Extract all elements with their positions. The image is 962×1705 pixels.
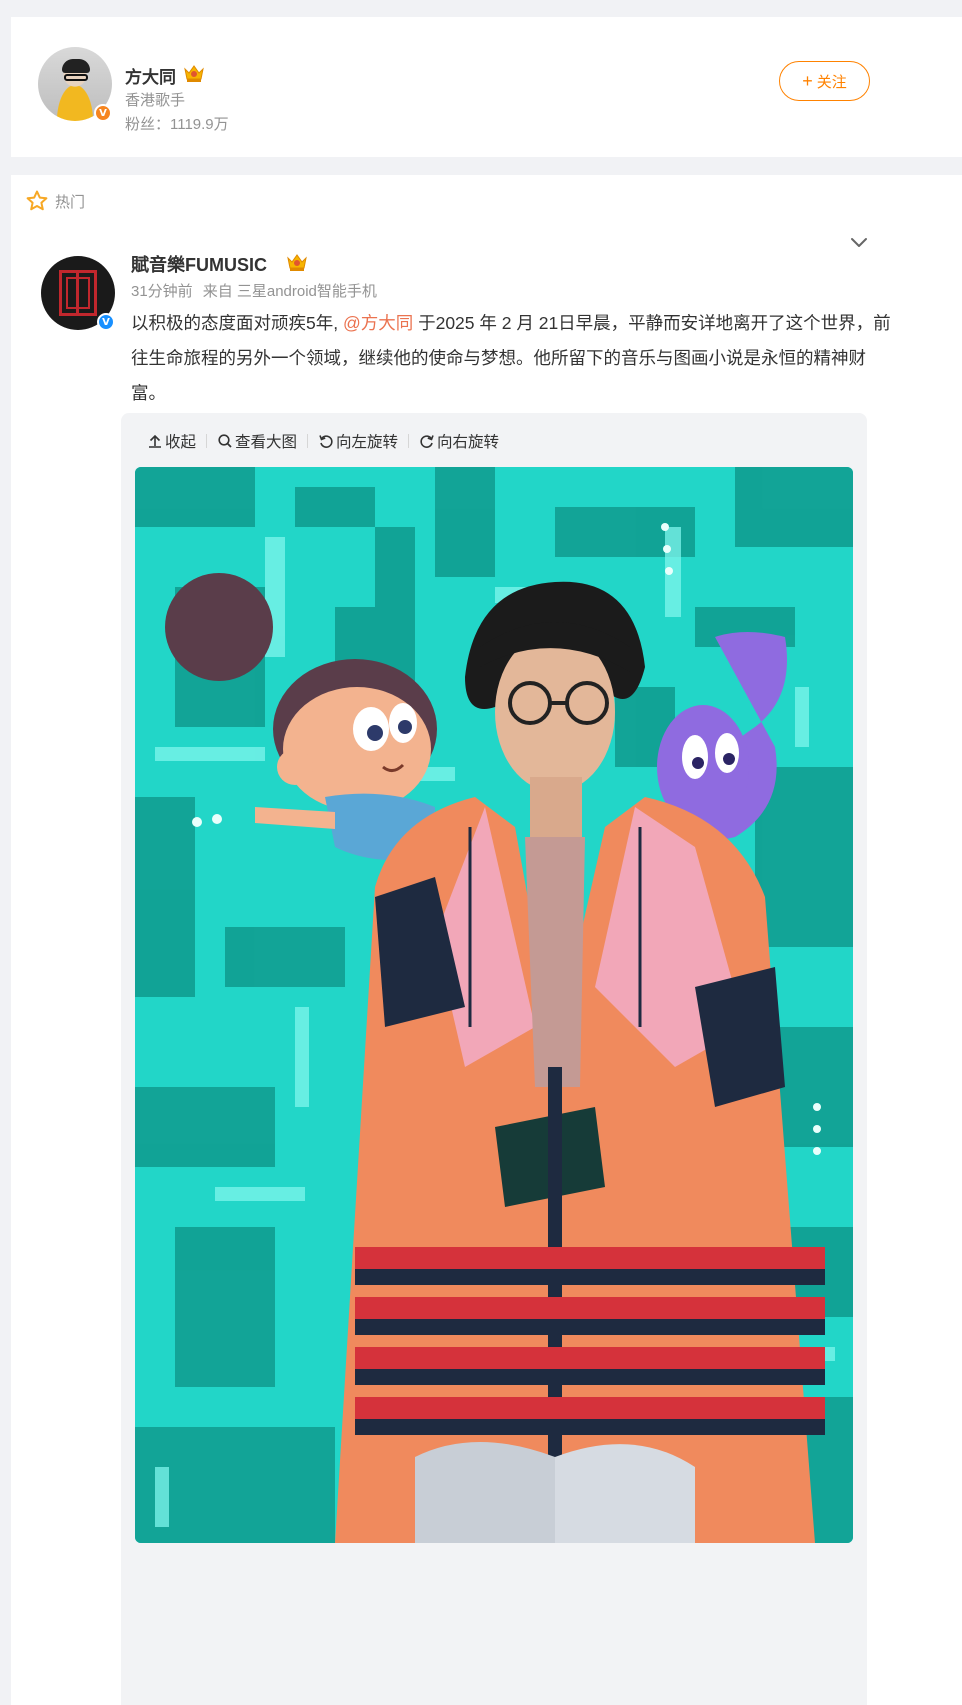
- fumusic-logo: [59, 270, 97, 316]
- rotate-left-icon: [319, 435, 333, 448]
- media-toolbar: 收起 查看大图 向左旋转 向右旋转: [147, 427, 509, 455]
- crown-icon: [287, 254, 307, 271]
- post-image[interactable]: [135, 467, 853, 1543]
- rotate-left-button[interactable]: 向左旋转: [308, 430, 408, 452]
- post-source: 来自 三星android智能手机: [202, 283, 377, 300]
- rotate-right-label: 向右旋转: [437, 434, 500, 451]
- media-panel: 收起 查看大图 向左旋转 向右旋转: [121, 413, 867, 1705]
- author-name[interactable]: 賦音樂FUMUSIC: [131, 251, 267, 277]
- rotate-right-icon: [420, 435, 434, 448]
- crown-icon: [184, 65, 204, 82]
- follow-label: 关注: [816, 73, 847, 91]
- plus-icon: +: [802, 71, 813, 91]
- post-card: 热门 V 賦音樂FUMUSIC 31分钟前 来自 三星android智能手机 以…: [11, 175, 962, 1705]
- profile-avatar[interactable]: V: [38, 47, 112, 122]
- post-meta: 31分钟前 来自 三星android智能手机: [131, 280, 377, 301]
- rotate-left-label: 向左旋转: [336, 434, 399, 451]
- collapse-button[interactable]: 收起: [147, 430, 206, 452]
- avatar-glasses: [64, 74, 88, 81]
- verified-badge-icon: V: [94, 104, 112, 122]
- view-large-button[interactable]: 查看大图: [207, 430, 307, 452]
- verified-badge-icon: V: [97, 313, 115, 331]
- profile-description: 香港歌手: [125, 92, 186, 109]
- view-large-label: 查看大图: [235, 434, 298, 451]
- star-icon: [26, 190, 48, 211]
- chevron-down-icon[interactable]: [847, 230, 871, 254]
- author-avatar[interactable]: V: [41, 256, 115, 331]
- post-text: 以积极的态度面对顽疾5年, @方大同 于2025 年 2 月 21日早晨，平静而…: [131, 306, 891, 411]
- profile-fans-count: 粉丝：1119.9万: [125, 116, 229, 133]
- hot-label: 热门: [55, 193, 86, 211]
- post-text-before: 以积极的态度面对顽疾5年,: [131, 313, 343, 333]
- profile-name[interactable]: 方大同: [125, 63, 176, 88]
- collapse-label: 收起: [165, 434, 197, 451]
- post-image-artwork: [135, 467, 853, 1543]
- hot-tag: 热门: [25, 189, 85, 213]
- follow-button[interactable]: + 关注: [779, 61, 870, 101]
- avatar-hair: [62, 59, 90, 73]
- upload-arrow-icon: [149, 434, 161, 448]
- rotate-right-button[interactable]: 向右旋转: [409, 430, 509, 452]
- post-time[interactable]: 31分钟前: [131, 280, 193, 301]
- magnifier-icon: [218, 434, 232, 448]
- profile-card: V 方大同 香港歌手 粉丝：1119.9万 + 关注: [11, 17, 962, 157]
- mention-link[interactable]: @方大同: [343, 313, 413, 333]
